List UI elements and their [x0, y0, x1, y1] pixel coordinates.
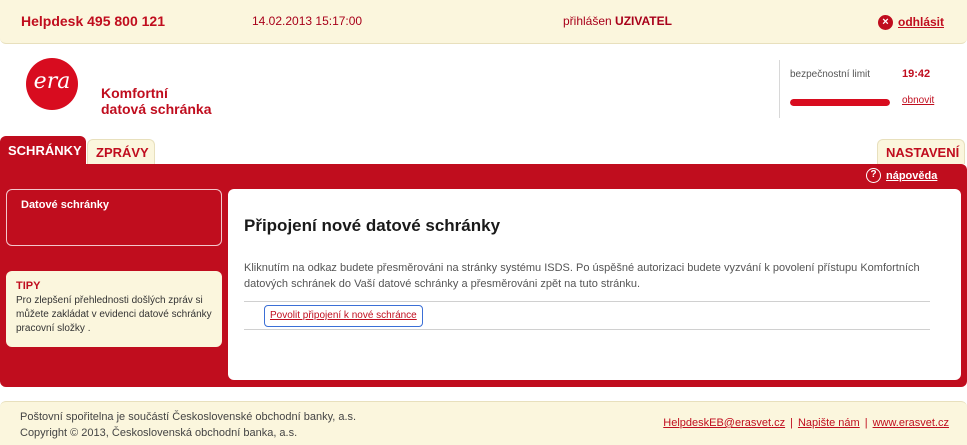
sidebar-mailboxes[interactable]: Datové schránky — [6, 189, 222, 246]
allow-connection-link[interactable]: Povolit připojení k nové schránce — [264, 305, 423, 327]
logged-in-status: přihlášen UZIVATEL — [563, 14, 672, 28]
brand-line-1: Komfortní — [101, 85, 168, 101]
current-datetime: 14.02.2013 15:17:00 — [252, 14, 363, 28]
logout-button[interactable]: × odhlásit — [878, 13, 944, 31]
close-circle-icon: × — [878, 14, 893, 30]
divider-bottom — [244, 329, 930, 330]
tips-title: TIPY — [16, 280, 41, 292]
page-title: Připojení nové datové schránky — [244, 216, 501, 235]
logged-in-label: přihlášen — [563, 14, 612, 28]
footer-separator: | — [790, 417, 793, 429]
logged-in-user: UZIVATEL — [615, 14, 672, 28]
footer-email-link[interactable]: HelpdeskEB@erasvet.cz — [663, 417, 785, 429]
footer-company-line: Poštovní spořitelna je součástí Českoslo… — [20, 411, 357, 423]
divider-top — [244, 301, 930, 302]
help-button[interactable]: ? nápověda — [866, 168, 937, 183]
brand-name: Komfortní datová schránka — [101, 85, 212, 117]
footer-separator: | — [864, 417, 868, 429]
logout-link[interactable]: odhlásit — [898, 15, 944, 29]
refresh-session-link[interactable]: obnovit — [902, 95, 934, 106]
session-limit-time: 19:42 — [902, 68, 931, 80]
brand-line-2: datová schránka — [101, 101, 212, 117]
era-logo[interactable]: era — [26, 58, 78, 110]
footer-write-link[interactable]: Napište nám — [798, 417, 860, 429]
tab-nastaveni[interactable]: NASTAVENÍ — [877, 139, 965, 164]
footer-web-link[interactable]: www.erasvet.cz — [873, 417, 949, 429]
help-link[interactable]: nápověda — [886, 170, 937, 182]
sidebar-mailboxes-title: Datové schránky — [21, 199, 110, 211]
tips-box: TIPY Pro zlepšení přehlednosti došlých z… — [6, 271, 222, 347]
page: Helpdesk 495 800 121 14.02.2013 15:17:00… — [0, 0, 967, 445]
tab-zpravy[interactable]: ZPRÁVY — [87, 139, 155, 164]
session-limit-label: bezpečnostní limit — [790, 69, 871, 80]
page-description: Kliknutím na odkaz budete přesměrováni n… — [244, 262, 920, 290]
top-bar: Helpdesk 495 800 121 14.02.2013 15:17:00… — [0, 0, 967, 44]
session-progress-fill — [790, 99, 890, 106]
session-limit-panel: bezpečnostní limit 19:42 obnovit — [779, 60, 939, 118]
tips-text: Pro zlepšení přehlednosti došlých zpráv … — [16, 295, 212, 334]
question-circle-icon: ? — [866, 168, 881, 183]
footer-links: HelpdeskEB@erasvet.cz | Napište nám | ww… — [663, 417, 949, 429]
tab-schranky[interactable]: SCHRÁNKY — [0, 136, 86, 164]
footer: Poštovní spořitelna je součástí Českoslo… — [0, 401, 967, 445]
footer-copyright: Copyright © 2013, Československá obchodn… — [20, 427, 298, 439]
content-area: Připojení nové datové schránky Kliknutím… — [228, 189, 961, 380]
session-progress-bar — [790, 99, 890, 106]
helpdesk-phone: Helpdesk 495 800 121 — [21, 13, 165, 29]
